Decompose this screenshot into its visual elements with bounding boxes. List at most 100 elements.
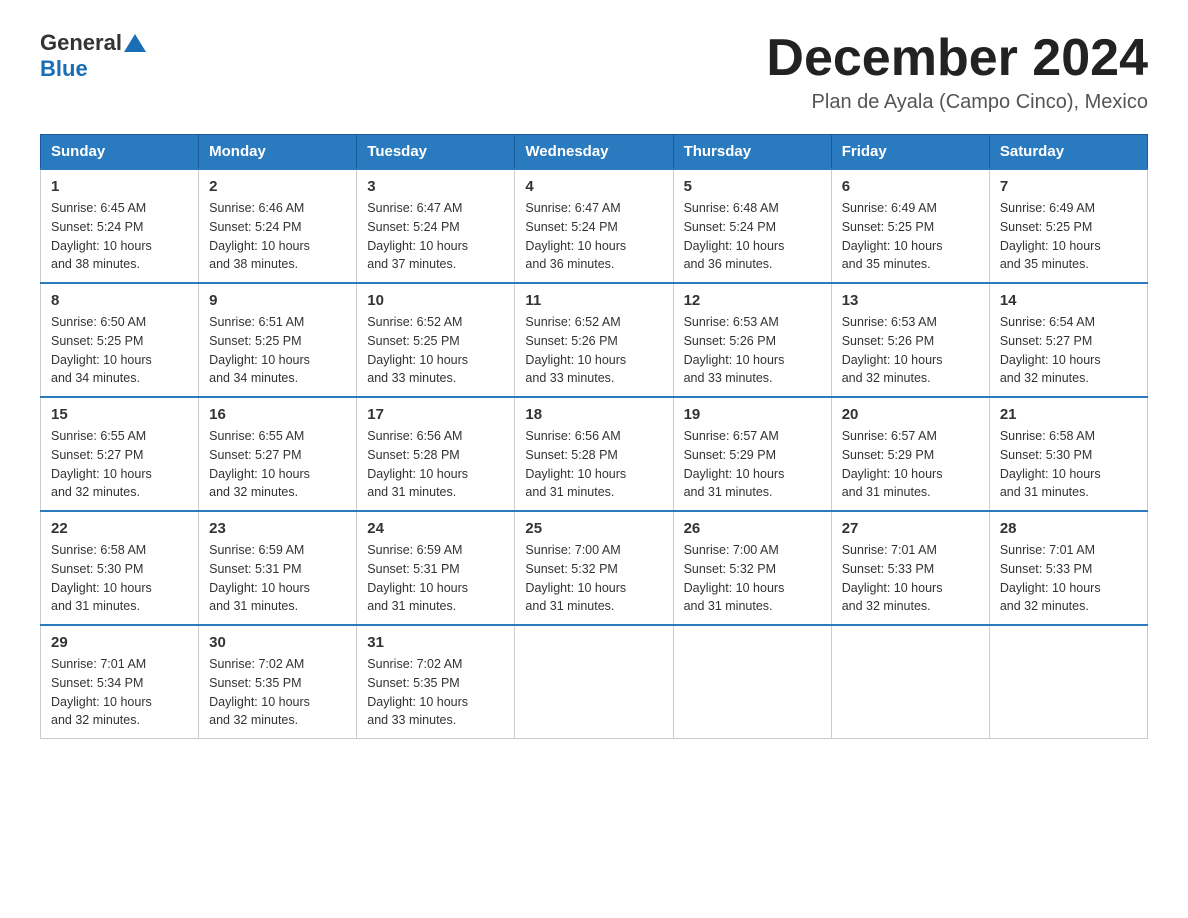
- calendar-cell: 28 Sunrise: 7:01 AM Sunset: 5:33 PM Dayl…: [989, 511, 1147, 625]
- day-number: 17: [367, 406, 504, 423]
- week-row: 22 Sunrise: 6:58 AM Sunset: 5:30 PM Dayl…: [41, 511, 1148, 625]
- day-info: Sunrise: 7:01 AM Sunset: 5:33 PM Dayligh…: [1000, 541, 1137, 616]
- day-number: 30: [209, 634, 346, 651]
- day-number: 25: [525, 520, 662, 537]
- calendar-cell: 27 Sunrise: 7:01 AM Sunset: 5:33 PM Dayl…: [831, 511, 989, 625]
- day-info: Sunrise: 6:59 AM Sunset: 5:31 PM Dayligh…: [209, 541, 346, 616]
- calendar-cell: 15 Sunrise: 6:55 AM Sunset: 5:27 PM Dayl…: [41, 397, 199, 511]
- calendar-cell: 10 Sunrise: 6:52 AM Sunset: 5:25 PM Dayl…: [357, 283, 515, 397]
- calendar-cell: 7 Sunrise: 6:49 AM Sunset: 5:25 PM Dayli…: [989, 169, 1147, 283]
- day-info: Sunrise: 7:02 AM Sunset: 5:35 PM Dayligh…: [367, 655, 504, 730]
- day-number: 7: [1000, 178, 1137, 195]
- calendar-cell: 20 Sunrise: 6:57 AM Sunset: 5:29 PM Dayl…: [831, 397, 989, 511]
- day-number: 15: [51, 406, 188, 423]
- day-number: 24: [367, 520, 504, 537]
- logo-triangle-icon: [124, 32, 146, 54]
- day-info: Sunrise: 6:47 AM Sunset: 5:24 PM Dayligh…: [525, 199, 662, 274]
- day-number: 5: [684, 178, 821, 195]
- day-info: Sunrise: 6:48 AM Sunset: 5:24 PM Dayligh…: [684, 199, 821, 274]
- week-row: 29 Sunrise: 7:01 AM Sunset: 5:34 PM Dayl…: [41, 625, 1148, 739]
- day-info: Sunrise: 7:00 AM Sunset: 5:32 PM Dayligh…: [684, 541, 821, 616]
- day-info: Sunrise: 6:58 AM Sunset: 5:30 PM Dayligh…: [1000, 427, 1137, 502]
- day-number: 23: [209, 520, 346, 537]
- calendar-cell: 25 Sunrise: 7:00 AM Sunset: 5:32 PM Dayl…: [515, 511, 673, 625]
- week-row: 8 Sunrise: 6:50 AM Sunset: 5:25 PM Dayli…: [41, 283, 1148, 397]
- day-info: Sunrise: 6:49 AM Sunset: 5:25 PM Dayligh…: [842, 199, 979, 274]
- month-title: December 2024: [766, 30, 1148, 87]
- day-info: Sunrise: 6:49 AM Sunset: 5:25 PM Dayligh…: [1000, 199, 1137, 274]
- calendar-cell: 19 Sunrise: 6:57 AM Sunset: 5:29 PM Dayl…: [673, 397, 831, 511]
- day-info: Sunrise: 6:53 AM Sunset: 5:26 PM Dayligh…: [684, 313, 821, 388]
- calendar-cell: 26 Sunrise: 7:00 AM Sunset: 5:32 PM Dayl…: [673, 511, 831, 625]
- calendar-cell: 14 Sunrise: 6:54 AM Sunset: 5:27 PM Dayl…: [989, 283, 1147, 397]
- week-row: 1 Sunrise: 6:45 AM Sunset: 5:24 PM Dayli…: [41, 169, 1148, 283]
- day-info: Sunrise: 6:59 AM Sunset: 5:31 PM Dayligh…: [367, 541, 504, 616]
- calendar-cell: 24 Sunrise: 6:59 AM Sunset: 5:31 PM Dayl…: [357, 511, 515, 625]
- day-number: 9: [209, 292, 346, 309]
- day-info: Sunrise: 6:46 AM Sunset: 5:24 PM Dayligh…: [209, 199, 346, 274]
- day-of-week-header: Friday: [831, 135, 989, 170]
- day-of-week-header: Tuesday: [357, 135, 515, 170]
- day-info: Sunrise: 6:52 AM Sunset: 5:26 PM Dayligh…: [525, 313, 662, 388]
- calendar-cell: [831, 625, 989, 739]
- calendar-cell: 11 Sunrise: 6:52 AM Sunset: 5:26 PM Dayl…: [515, 283, 673, 397]
- day-number: 2: [209, 178, 346, 195]
- calendar-header-row: SundayMondayTuesdayWednesdayThursdayFrid…: [41, 135, 1148, 170]
- logo-general: General: [40, 30, 122, 56]
- day-number: 28: [1000, 520, 1137, 537]
- day-info: Sunrise: 6:55 AM Sunset: 5:27 PM Dayligh…: [51, 427, 188, 502]
- day-number: 29: [51, 634, 188, 651]
- day-info: Sunrise: 6:54 AM Sunset: 5:27 PM Dayligh…: [1000, 313, 1137, 388]
- calendar-cell: 6 Sunrise: 6:49 AM Sunset: 5:25 PM Dayli…: [831, 169, 989, 283]
- day-number: 18: [525, 406, 662, 423]
- day-number: 14: [1000, 292, 1137, 309]
- calendar-cell: 29 Sunrise: 7:01 AM Sunset: 5:34 PM Dayl…: [41, 625, 199, 739]
- day-of-week-header: Saturday: [989, 135, 1147, 170]
- calendar-cell: 3 Sunrise: 6:47 AM Sunset: 5:24 PM Dayli…: [357, 169, 515, 283]
- day-number: 26: [684, 520, 821, 537]
- calendar-table: SundayMondayTuesdayWednesdayThursdayFrid…: [40, 134, 1148, 739]
- day-number: 31: [367, 634, 504, 651]
- day-number: 4: [525, 178, 662, 195]
- day-info: Sunrise: 7:01 AM Sunset: 5:34 PM Dayligh…: [51, 655, 188, 730]
- location-subtitle: Plan de Ayala (Campo Cinco), Mexico: [766, 91, 1148, 114]
- calendar-cell: [673, 625, 831, 739]
- day-number: 20: [842, 406, 979, 423]
- day-info: Sunrise: 6:53 AM Sunset: 5:26 PM Dayligh…: [842, 313, 979, 388]
- week-row: 15 Sunrise: 6:55 AM Sunset: 5:27 PM Dayl…: [41, 397, 1148, 511]
- calendar-cell: [515, 625, 673, 739]
- calendar-cell: 1 Sunrise: 6:45 AM Sunset: 5:24 PM Dayli…: [41, 169, 199, 283]
- calendar-cell: 9 Sunrise: 6:51 AM Sunset: 5:25 PM Dayli…: [199, 283, 357, 397]
- day-of-week-header: Monday: [199, 135, 357, 170]
- day-number: 11: [525, 292, 662, 309]
- day-info: Sunrise: 6:56 AM Sunset: 5:28 PM Dayligh…: [525, 427, 662, 502]
- calendar-cell: 5 Sunrise: 6:48 AM Sunset: 5:24 PM Dayli…: [673, 169, 831, 283]
- calendar-cell: 18 Sunrise: 6:56 AM Sunset: 5:28 PM Dayl…: [515, 397, 673, 511]
- calendar-cell: 22 Sunrise: 6:58 AM Sunset: 5:30 PM Dayl…: [41, 511, 199, 625]
- day-number: 13: [842, 292, 979, 309]
- day-info: Sunrise: 6:51 AM Sunset: 5:25 PM Dayligh…: [209, 313, 346, 388]
- day-info: Sunrise: 6:50 AM Sunset: 5:25 PM Dayligh…: [51, 313, 188, 388]
- day-info: Sunrise: 6:56 AM Sunset: 5:28 PM Dayligh…: [367, 427, 504, 502]
- logo: General Blue: [40, 30, 146, 82]
- calendar-cell: [989, 625, 1147, 739]
- calendar-cell: 30 Sunrise: 7:02 AM Sunset: 5:35 PM Dayl…: [199, 625, 357, 739]
- day-number: 27: [842, 520, 979, 537]
- calendar-cell: 16 Sunrise: 6:55 AM Sunset: 5:27 PM Dayl…: [199, 397, 357, 511]
- day-number: 16: [209, 406, 346, 423]
- page-header: General Blue December 2024 Plan de Ayala…: [40, 30, 1148, 114]
- day-info: Sunrise: 6:52 AM Sunset: 5:25 PM Dayligh…: [367, 313, 504, 388]
- calendar-cell: 12 Sunrise: 6:53 AM Sunset: 5:26 PM Dayl…: [673, 283, 831, 397]
- calendar-cell: 13 Sunrise: 6:53 AM Sunset: 5:26 PM Dayl…: [831, 283, 989, 397]
- day-number: 10: [367, 292, 504, 309]
- day-number: 8: [51, 292, 188, 309]
- day-number: 19: [684, 406, 821, 423]
- day-number: 21: [1000, 406, 1137, 423]
- calendar-cell: 23 Sunrise: 6:59 AM Sunset: 5:31 PM Dayl…: [199, 511, 357, 625]
- day-info: Sunrise: 6:47 AM Sunset: 5:24 PM Dayligh…: [367, 199, 504, 274]
- day-info: Sunrise: 7:01 AM Sunset: 5:33 PM Dayligh…: [842, 541, 979, 616]
- day-info: Sunrise: 6:57 AM Sunset: 5:29 PM Dayligh…: [842, 427, 979, 502]
- title-section: December 2024 Plan de Ayala (Campo Cinco…: [766, 30, 1148, 114]
- calendar-cell: 31 Sunrise: 7:02 AM Sunset: 5:35 PM Dayl…: [357, 625, 515, 739]
- day-info: Sunrise: 6:45 AM Sunset: 5:24 PM Dayligh…: [51, 199, 188, 274]
